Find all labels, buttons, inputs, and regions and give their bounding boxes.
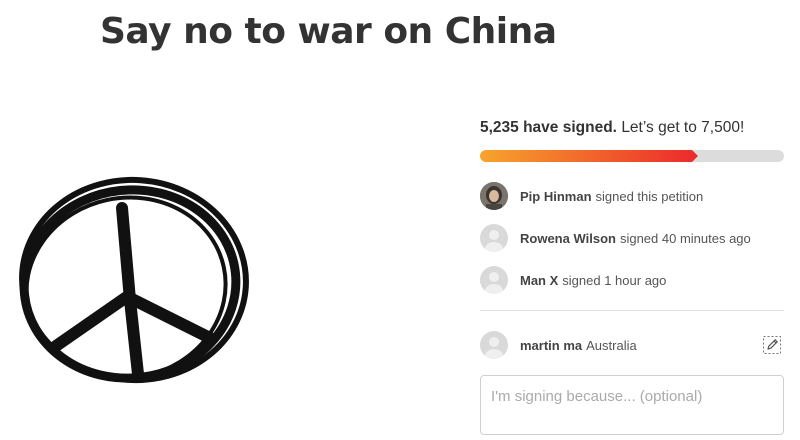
divider [480,310,784,311]
signer-row: Man X signed 1 hour ago [480,260,784,300]
avatar [480,266,508,294]
signer-action: signed this petition [595,188,704,204]
avatar [480,224,508,252]
pencil-icon[interactable] [762,335,782,355]
user-photo-icon [480,182,508,210]
signer-row: Pip Hinman signed this petition [480,176,784,216]
signer-row: Rowena Wilson signed 40 minutes ago [480,218,784,258]
signature-count-line: 5,235 have signed. Let’s get to 7,500! [480,114,784,142]
signing-reason-input[interactable] [480,375,784,435]
recent-signers-list: Pip Hinman signed this petition Rowena W… [480,176,784,300]
progress-bar-tip [692,150,698,162]
petition-title: Say no to war on China [100,11,557,52]
avatar [480,182,508,210]
peace-symbol-icon [19,176,249,384]
signature-panel: 5,235 have signed. Let’s get to 7,500! P… [480,114,784,440]
progress-bar-fill [480,150,692,162]
signer-name: Pip Hinman [520,188,592,204]
default-user-icon [485,230,503,252]
peace-symbol-image [12,168,252,388]
signature-count: 5,235 have signed. [480,119,617,136]
signer-action: signed 40 minutes ago [619,230,751,246]
current-user-location: Australia [586,337,637,353]
signer-name: Rowena Wilson [520,230,616,246]
avatar [480,331,508,359]
current-user-name: martin ma [520,337,583,353]
signer-name: Man X [520,272,559,288]
progress-bar [480,150,784,162]
current-user-row: martin ma Australia [480,329,784,361]
signer-action: signed 1 hour ago [562,272,667,288]
signature-goal: Let’s get to 7,500! [621,119,745,136]
default-user-icon [485,337,503,359]
default-user-icon [485,272,503,294]
